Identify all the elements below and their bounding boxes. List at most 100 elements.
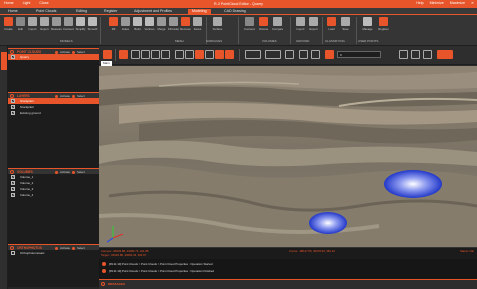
ribbon-surface-button[interactable]: Surface	[212, 17, 223, 35]
list-item[interactable]: ✓ Quarry	[8, 54, 99, 60]
messages-tab-bar: MESSAGES	[99, 279, 477, 289]
vertices-icon	[145, 17, 154, 26]
zoom-in-icon[interactable]	[131, 50, 140, 59]
ribbon-group-classifying: CLASSIFYING	[325, 39, 345, 43]
checkbox[interactable]	[11, 251, 15, 255]
cursor-readout: Cursor: -98147.55, 40078.46, 381.10	[289, 249, 335, 253]
ribbon-manage-button[interactable]: Manage	[362, 17, 373, 35]
view-front-icon[interactable]	[185, 50, 194, 59]
maximize-button[interactable]: Maximize	[450, 1, 465, 5]
checkbox[interactable]: ✓	[11, 187, 15, 191]
zoom-extents-icon[interactable]	[161, 50, 170, 59]
register-icon	[379, 17, 388, 26]
ribbon-volume-button[interactable]: Volume	[258, 17, 269, 35]
menu-register[interactable]: Register	[100, 9, 121, 14]
point-size-icon[interactable]	[285, 50, 294, 59]
list-item[interactable]: ✓ Volume_4	[8, 192, 99, 198]
checkbox[interactable]: ✓	[11, 181, 15, 185]
help-link[interactable]: Help	[416, 1, 423, 5]
pick-point-icon[interactable]	[399, 50, 408, 59]
ribbon-import-button[interactable]: Import	[27, 17, 38, 35]
ribbon-holes-button[interactable]: Holes	[120, 17, 131, 35]
section-tool-icon[interactable]	[311, 50, 320, 59]
ribbon-smooth-button[interactable]: Smooth	[87, 17, 98, 35]
ribbon-compare-button[interactable]: Compare	[272, 17, 283, 35]
measure-tool-icon[interactable]	[299, 50, 308, 59]
ribbon-measure-button[interactable]: Measure	[51, 17, 62, 35]
list-item[interactable]: ✓ Existing ground	[8, 110, 99, 116]
ribbon-contours-button[interactable]: Contours	[63, 17, 74, 35]
ribbon-remove-button[interactable]: Remove	[180, 17, 191, 35]
export-icon	[309, 17, 318, 26]
menu-point-clouds[interactable]: Point Clouds	[32, 9, 60, 14]
menu-modeling[interactable]: Modeling	[188, 9, 211, 14]
draw-line-icon[interactable]	[411, 50, 420, 59]
menu-editing[interactable]: Editing	[72, 9, 91, 14]
ribbon-export2-button[interactable]: Export	[308, 17, 319, 35]
ribbon-register-button[interactable]: Register	[378, 17, 389, 35]
fill-icon	[109, 17, 118, 26]
checkbox[interactable]: ✓	[11, 193, 15, 197]
checkbox[interactable]: ✓	[11, 111, 15, 115]
settings-icon[interactable]	[325, 50, 334, 59]
ribbon-vertices-button[interactable]: Vertices	[144, 17, 155, 35]
volumes-panel: VOLUMES Activate Select ✓ Volume_1 ✓ Volume…	[8, 168, 99, 244]
save-icon	[341, 17, 350, 26]
view-iso-icon[interactable]	[215, 50, 224, 59]
ribbon-faces-button[interactable]: Faces	[192, 17, 203, 35]
draw-polyline-icon[interactable]	[423, 50, 432, 59]
render-mode-icon[interactable]	[265, 50, 281, 59]
ribbon-group-mesh: MESH	[175, 39, 184, 43]
checkbox[interactable]: ✓	[11, 105, 15, 109]
minimize-button[interactable]: Minimize	[430, 1, 444, 5]
ribbon-fill-holes-button[interactable]: Fill Holes	[168, 17, 179, 35]
view-top-icon[interactable]	[175, 50, 184, 59]
zoom-window-icon[interactable]	[151, 50, 160, 59]
menu-home[interactable]: Home	[4, 9, 22, 14]
messages-icon	[101, 282, 105, 286]
ribbon-import2-button[interactable]: Import	[295, 17, 306, 35]
ribbon-fill-button[interactable]: Fill	[108, 17, 119, 35]
checkbox[interactable]: ✓	[11, 99, 15, 103]
pan-tool-icon[interactable]	[119, 50, 128, 59]
zoom-out-icon[interactable]	[141, 50, 150, 59]
checkbox[interactable]: ✓	[11, 175, 15, 179]
ribbon-create-button[interactable]: Create	[3, 17, 14, 35]
volume-stockpile-1[interactable]	[384, 170, 442, 198]
explore-tab[interactable]	[1, 52, 7, 70]
view-back-icon[interactable]	[205, 50, 214, 59]
ribbon-contours2-button[interactable]: Contours	[244, 17, 255, 35]
faces-icon	[193, 17, 202, 26]
list-item[interactable]: Orthophotomosaic	[8, 250, 99, 256]
toolbar-separator	[115, 49, 116, 61]
ribbon-edit-button[interactable]: Edit	[15, 17, 26, 35]
layer-select[interactable]: 0	[337, 51, 381, 58]
ribbon-export-button[interactable]: Export	[39, 17, 50, 35]
layers-list: ✓ Stockpile1 ✓ Stockpile2 ✓ Existing ground	[8, 98, 99, 168]
3d-viewport[interactable]	[99, 66, 477, 247]
close-icon[interactable]: ✕	[471, 1, 474, 5]
display-mode-icon[interactable]	[245, 50, 261, 59]
ribbon-merge-button[interactable]: Merge	[156, 17, 167, 35]
ribbon-save-button[interactable]: Save	[340, 17, 351, 35]
view-bottom-icon[interactable]	[225, 50, 234, 59]
layers-panel: LAYERS Activate Select ✓ Stockpile1 ✓ Stock…	[8, 92, 99, 168]
menu-cad-drawing[interactable]: CAD Drawing	[220, 9, 250, 14]
point-clouds-list: ✓ Quarry	[8, 54, 99, 93]
import-icon	[296, 17, 305, 26]
messages-tab[interactable]: MESSAGES	[108, 282, 125, 286]
checkbox[interactable]: ✓	[11, 55, 15, 59]
volume-stockpile-2[interactable]	[309, 212, 347, 234]
view-side-icon[interactable]	[195, 50, 204, 59]
layout-icon[interactable]	[437, 50, 453, 59]
menu-bar: Home Point Clouds Editing Register Adjus…	[0, 8, 477, 15]
menu-adjustment-profiles[interactable]: Adjustment and Profiles	[130, 9, 176, 14]
import-icon	[28, 17, 37, 26]
ribbon-load-button[interactable]: Load	[326, 17, 337, 35]
ribbon-simplify-button[interactable]: Simplify	[75, 17, 86, 35]
select-tool-icon[interactable]	[103, 50, 112, 59]
ribbon: Create Edit Import Export Measure Contou…	[0, 15, 477, 46]
contours-icon	[64, 17, 73, 26]
ribbon-build-button[interactable]: Build	[132, 17, 143, 35]
ribbon-group-user-points: USER POINTS	[358, 39, 379, 43]
